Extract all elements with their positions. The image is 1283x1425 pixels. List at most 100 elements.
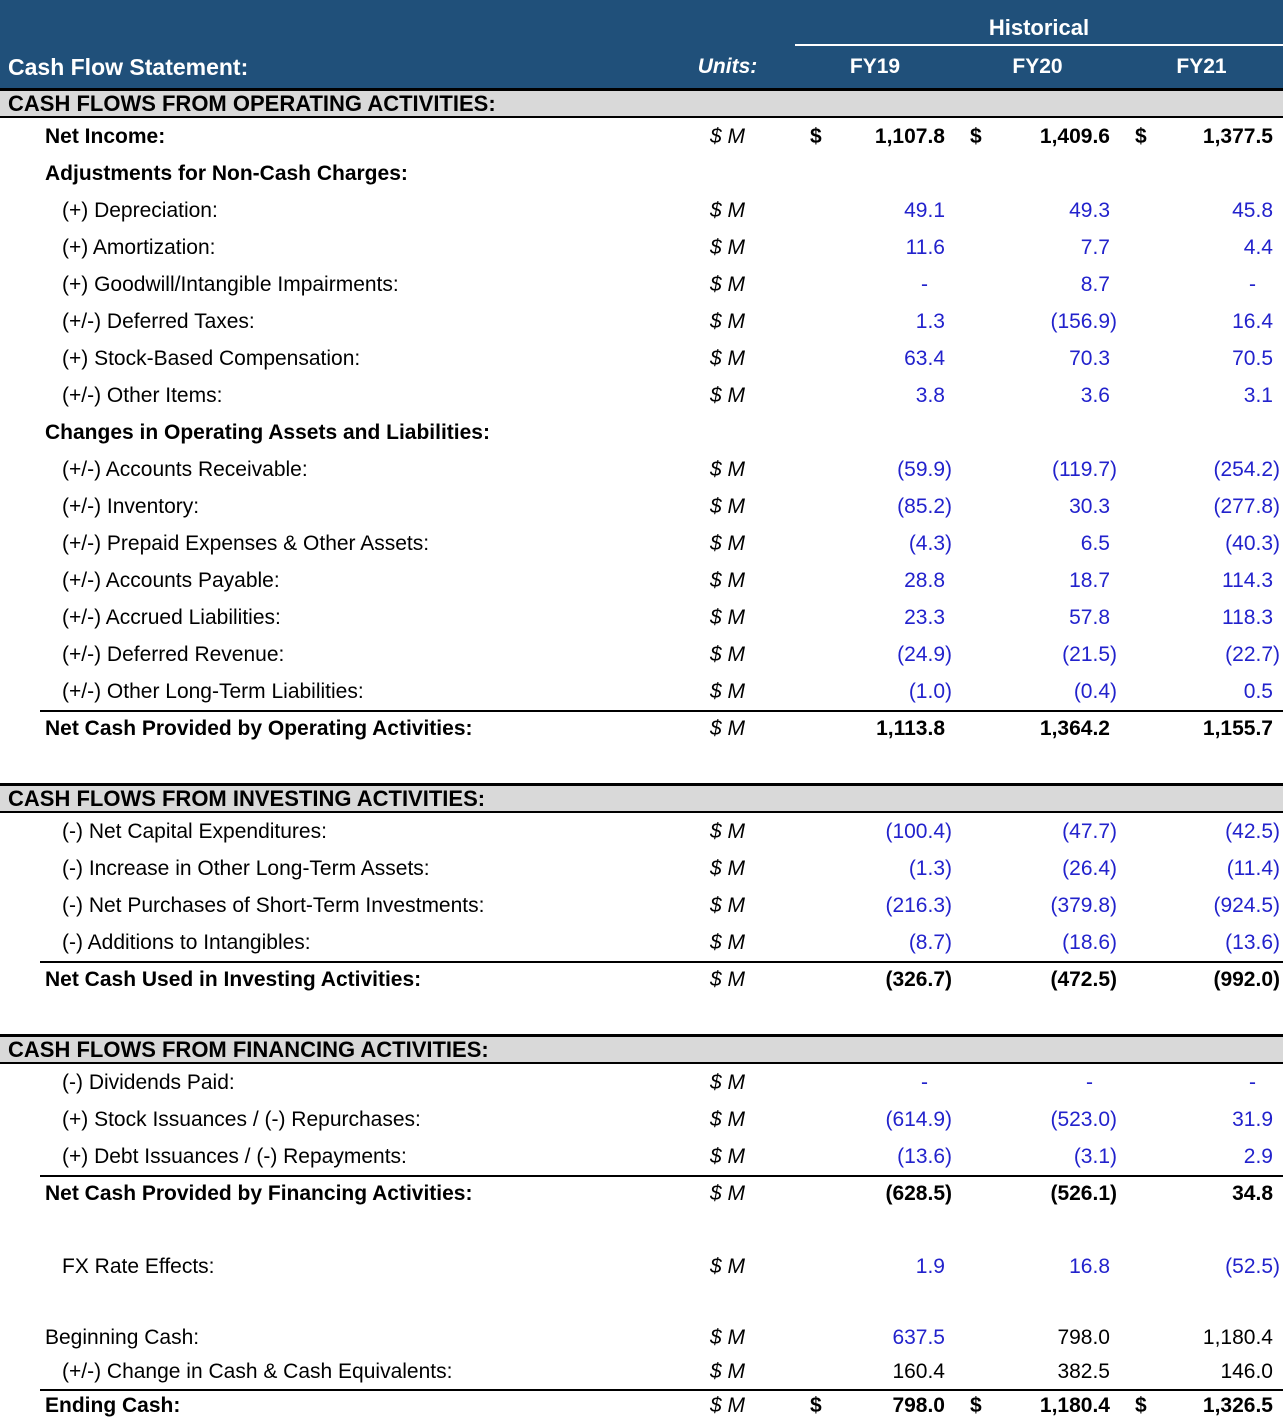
cell-value: (326.7)	[885, 968, 955, 992]
cell-value: (11.4)	[1227, 857, 1283, 881]
cell-fy21: 3.1	[1120, 384, 1283, 408]
cell-value: 382.5	[1057, 1360, 1120, 1384]
cell-fy19: $1,107.8	[795, 125, 955, 149]
cell-fy20: (18.6)	[955, 931, 1120, 955]
cell-value: -	[1249, 273, 1283, 297]
table-row: (+/-) Accrued Liabilities:$ M23.357.8118…	[0, 599, 1283, 636]
dollar-sign: $	[1120, 1394, 1147, 1418]
cell-value: (52.5)	[1225, 1255, 1283, 1279]
table-row: (+/-) Other Items:$ M3.83.63.1	[0, 377, 1283, 414]
cell-fy21: (992.0)	[1120, 968, 1283, 992]
cell-value: 1.9	[916, 1255, 955, 1279]
cash-flow-statement: Historical Cash Flow Statement: Units: F…	[0, 0, 1283, 1425]
cell-value: 8.7	[1081, 273, 1120, 297]
cell-value: (22.7)	[1225, 643, 1283, 667]
cell-fy21: (22.7)	[1120, 643, 1283, 667]
row-units: $ M	[660, 458, 795, 482]
cell-value: 1,377.5	[1203, 125, 1283, 149]
table-row: Adjustments for Non-Cash Charges:	[0, 155, 1283, 192]
row-units: $ M	[660, 931, 795, 955]
row-units: $ M	[660, 236, 795, 260]
row-units: $ M	[660, 1360, 795, 1384]
cell-value: (379.8)	[1050, 894, 1120, 918]
cell-value: 798.0	[1057, 1326, 1120, 1350]
row-spacer	[0, 1212, 1283, 1248]
cell-value: 70.3	[1069, 347, 1120, 371]
cell-fy21: 4.4	[1120, 236, 1283, 260]
cell-value: 34.8	[1232, 1182, 1283, 1206]
cell-fy21: 70.5	[1120, 347, 1283, 371]
cell-value: (40.3)	[1225, 532, 1283, 556]
row-units: $ M	[660, 643, 795, 667]
section-header-label: CASH FLOWS FROM FINANCING ACTIVITIES:	[8, 1037, 489, 1063]
cell-value: 11.6	[906, 236, 955, 260]
section-header: CASH FLOWS FROM OPERATING ACTIVITIES:	[0, 88, 1283, 118]
row-units: $ M	[660, 1394, 795, 1418]
cell-value: (992.0)	[1213, 968, 1283, 992]
cell-value: 23.3	[904, 606, 955, 630]
table-body: CASH FLOWS FROM OPERATING ACTIVITIES:Net…	[0, 88, 1283, 1423]
row-label: (-) Net Purchases of Short-Term Investme…	[0, 894, 660, 918]
table-row: (+/-) Inventory:$ M(85.2)30.3(277.8)	[0, 488, 1283, 525]
cell-value: -	[1249, 1071, 1283, 1095]
column-header-fy21: FY21	[1120, 55, 1283, 79]
cell-fy21: 114.3	[1120, 569, 1283, 593]
cell-value: 6.5	[1081, 532, 1120, 556]
cell-value: (1.3)	[909, 857, 955, 881]
cell-fy19: 1,113.8	[795, 717, 955, 741]
cell-fy21: (11.4)	[1120, 857, 1283, 881]
cell-value: (924.5)	[1213, 894, 1283, 918]
row-label: Adjustments for Non-Cash Charges:	[0, 162, 660, 186]
row-label: (+) Goodwill/Intangible Impairments:	[0, 273, 660, 297]
table-row: (-) Net Purchases of Short-Term Investme…	[0, 887, 1283, 924]
cell-value: (13.6)	[897, 1145, 955, 1169]
cell-fy21: 31.9	[1120, 1108, 1283, 1132]
row-label: (+) Depreciation:	[0, 199, 660, 223]
cell-fy21: 2.9	[1120, 1145, 1283, 1169]
cell-value: 0.5	[1244, 680, 1283, 704]
cell-fy19: 160.4	[795, 1360, 955, 1384]
table-row: Ending Cash:$ M$798.0$1,180.4$1,326.5	[0, 1389, 1283, 1423]
row-units: $ M	[660, 532, 795, 556]
cell-fy21: $1,377.5	[1120, 125, 1283, 149]
row-label: (-) Increase in Other Long-Term Assets:	[0, 857, 660, 881]
cell-value: 1,107.8	[875, 125, 955, 149]
cell-value: 160.4	[892, 1360, 955, 1384]
cell-fy19: -	[795, 1071, 955, 1095]
cell-value: 118.3	[1222, 606, 1283, 630]
row-label: Changes in Operating Assets and Liabilit…	[0, 421, 660, 445]
cell-fy19: 28.8	[795, 569, 955, 593]
cell-value: -	[921, 273, 955, 297]
table-row: (+/-) Deferred Revenue:$ M(24.9)(21.5)(2…	[0, 636, 1283, 673]
cell-fy19: $798.0	[795, 1394, 955, 1418]
row-label: (-) Dividends Paid:	[0, 1071, 660, 1095]
cell-value: (3.1)	[1074, 1145, 1120, 1169]
row-label: (+/-) Other Items:	[0, 384, 660, 408]
dollar-sign: $	[955, 1394, 982, 1418]
row-units: $ M	[660, 606, 795, 630]
table-row: (-) Dividends Paid:$ M---	[0, 1064, 1283, 1101]
table-row: (+/-) Accounts Receivable:$ M(59.9)(119.…	[0, 451, 1283, 488]
cell-fy20: (526.1)	[955, 1182, 1120, 1206]
cell-fy21: 1,155.7	[1120, 717, 1283, 741]
row-label: (-) Net Capital Expenditures:	[0, 820, 660, 844]
cell-fy20: (156.9)	[955, 310, 1120, 334]
cell-fy21: (254.2)	[1120, 458, 1283, 482]
cell-fy21: (42.5)	[1120, 820, 1283, 844]
cell-fy20: -	[955, 1071, 1120, 1095]
cell-value: (0.4)	[1074, 680, 1120, 704]
row-units: $ M	[660, 968, 795, 992]
units-column-header: Units:	[660, 55, 795, 79]
cell-fy21: 146.0	[1120, 1360, 1283, 1384]
table-row: (+) Depreciation:$ M49.149.345.8	[0, 192, 1283, 229]
table-row: (+) Amortization:$ M11.67.74.4	[0, 229, 1283, 266]
cell-fy21: 34.8	[1120, 1182, 1283, 1206]
row-label: Beginning Cash:	[0, 1326, 660, 1350]
cell-fy21: 45.8	[1120, 199, 1283, 223]
section-header: CASH FLOWS FROM INVESTING ACTIVITIES:	[0, 783, 1283, 813]
cell-value: 1,180.4	[1203, 1326, 1283, 1350]
column-header-fy19: FY19	[795, 55, 955, 79]
cell-value: (42.5)	[1225, 820, 1283, 844]
historical-group-header: Historical	[795, 15, 1283, 46]
cell-value: (523.0)	[1050, 1108, 1120, 1132]
